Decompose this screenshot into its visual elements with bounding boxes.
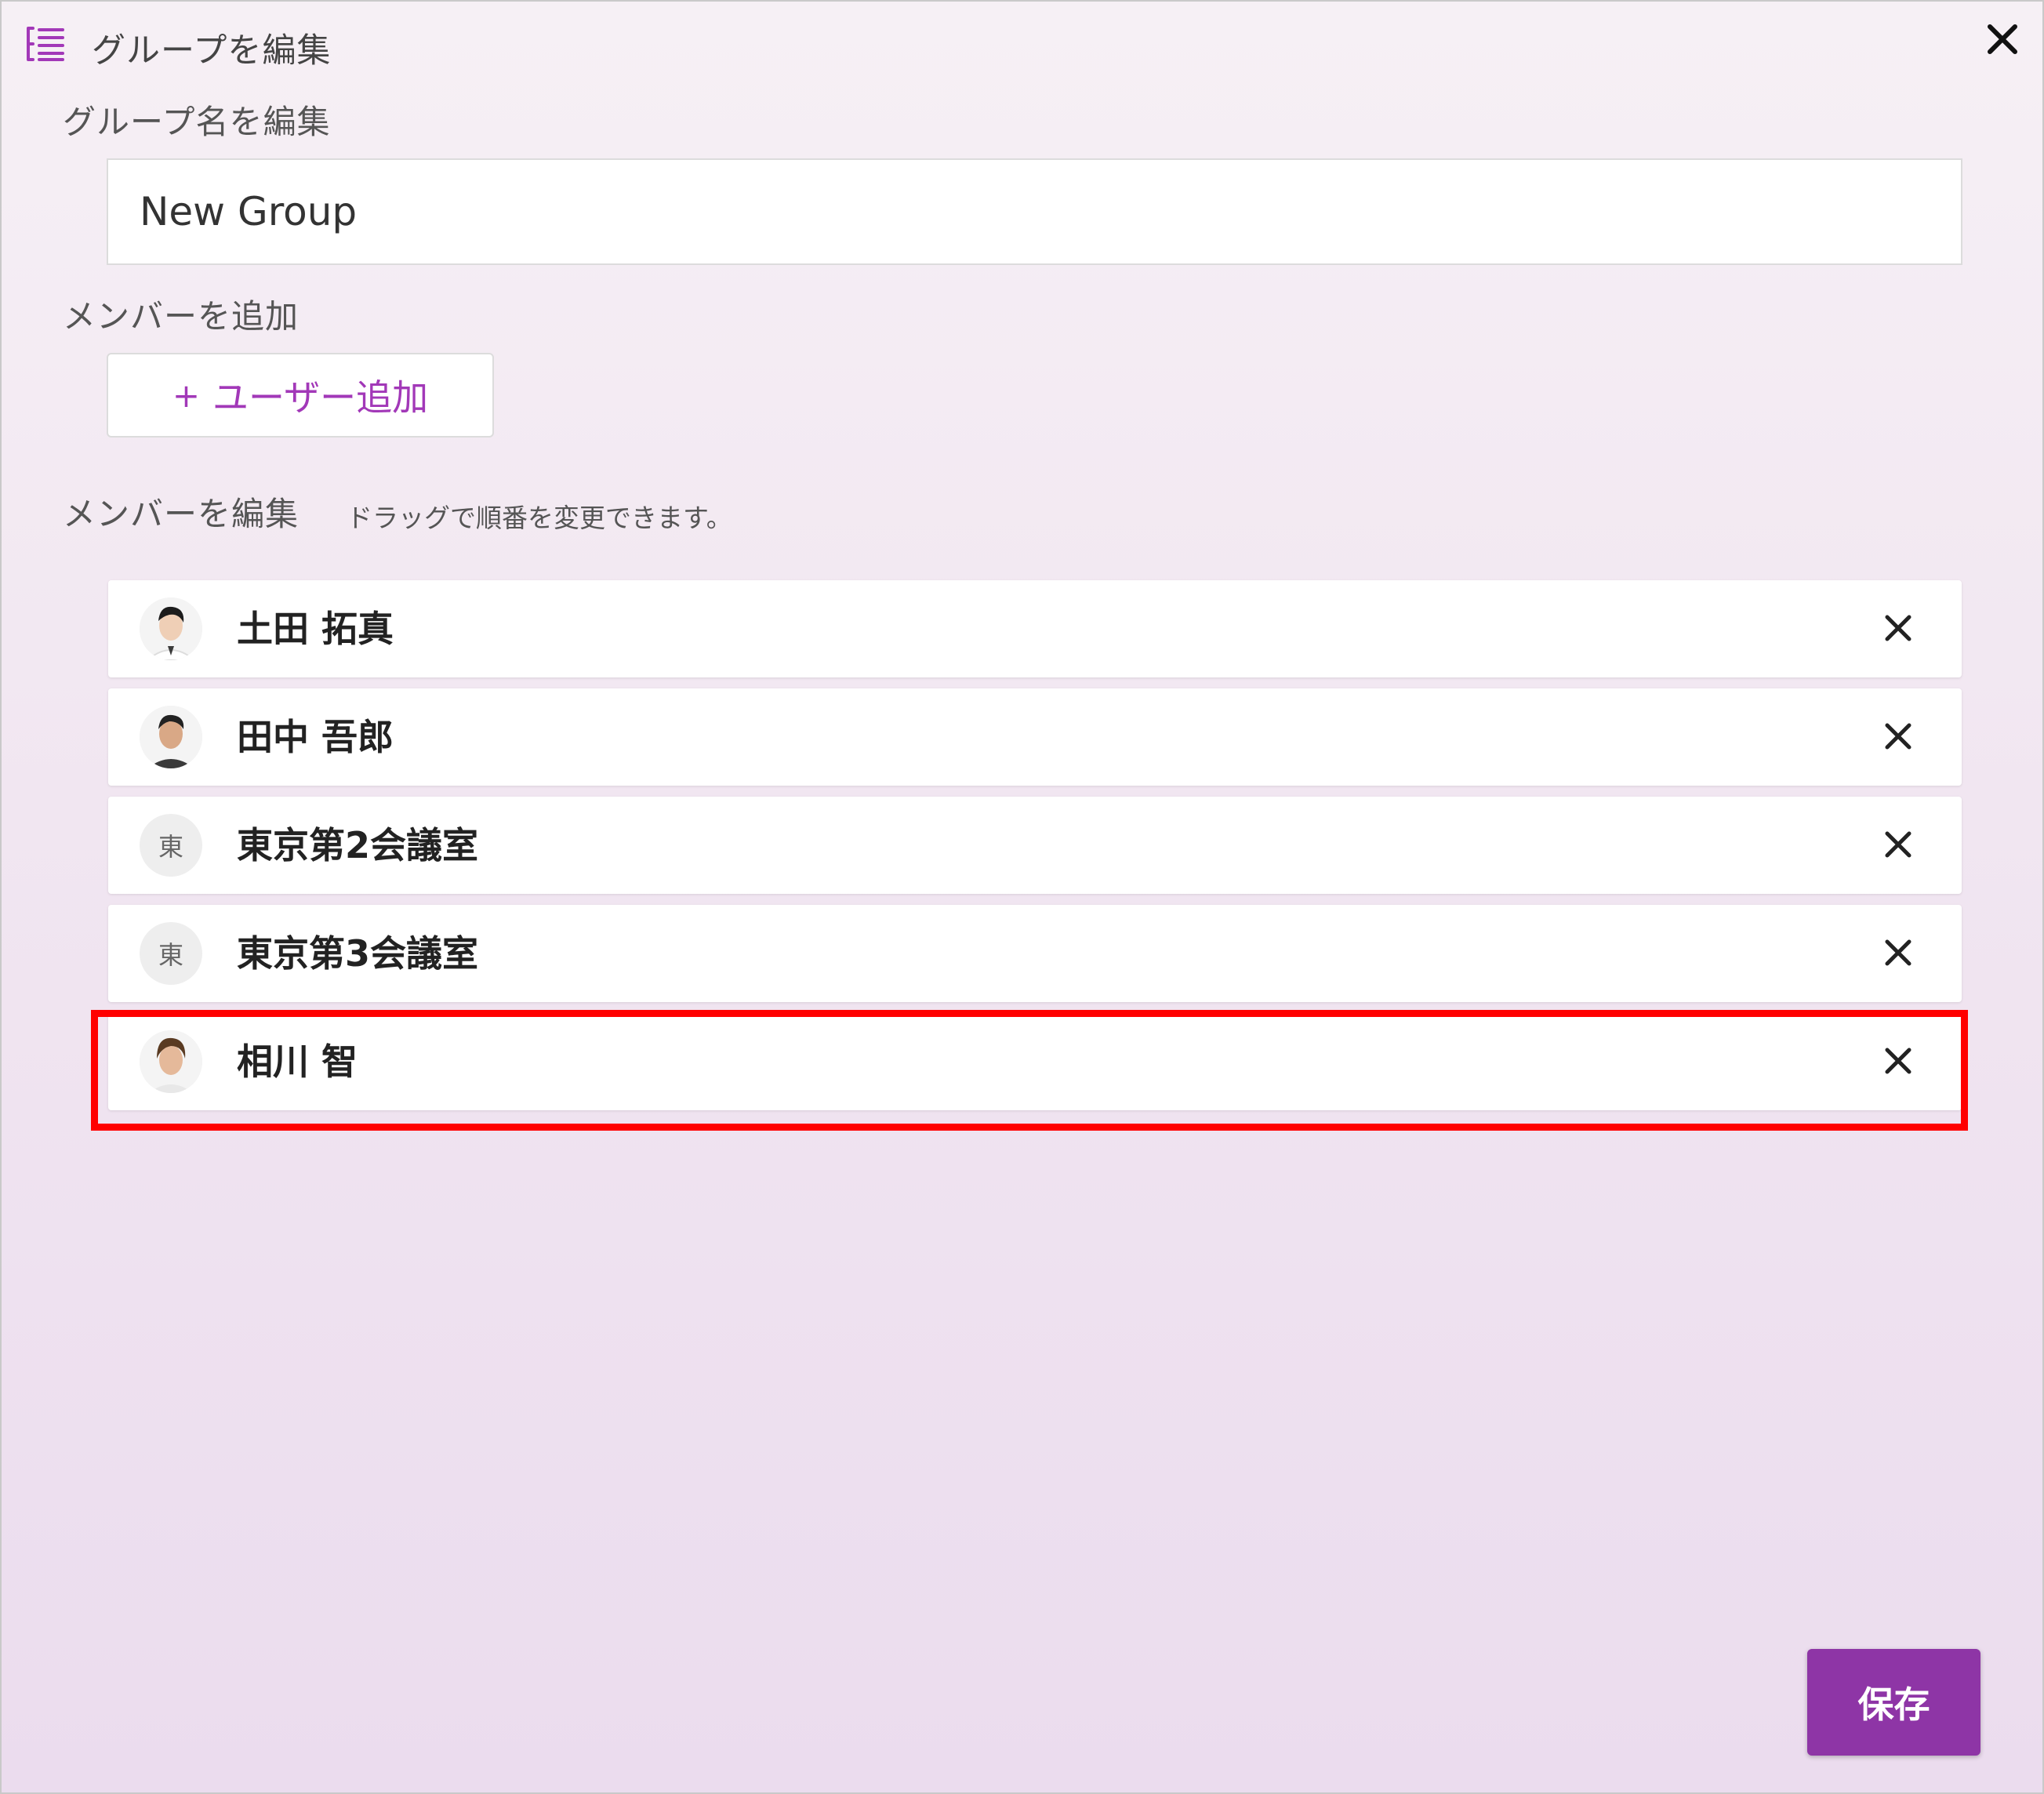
- member-list: 土田 拓真 田中 吾郎 東 東京第2会議室 東 東京第3会議室 相川 智: [108, 580, 1962, 1121]
- member-row[interactable]: 土田 拓真: [108, 580, 1962, 677]
- avatar-initial: 東: [158, 940, 183, 970]
- plus-icon: +: [172, 376, 201, 415]
- add-user-button-label: ユーザー追加: [212, 376, 429, 419]
- person-photo-icon: [140, 706, 202, 768]
- edit-group-dialog: グループを編集 グループ名を編集 メンバーを追加 + ユーザー追加 メンバーを編…: [0, 0, 2044, 1794]
- person-photo-icon: [140, 597, 202, 660]
- remove-member-icon[interactable]: [1880, 935, 1916, 971]
- drag-hint: ドラッグで順番を変更できます。: [347, 503, 732, 533]
- add-user-button[interactable]: + ユーザー追加: [107, 353, 494, 438]
- group-name-input[interactable]: [107, 158, 1962, 265]
- remove-member-icon[interactable]: [1880, 718, 1916, 754]
- remove-member-icon[interactable]: [1880, 610, 1916, 646]
- member-name: 相川 智: [237, 1040, 358, 1083]
- avatar: [140, 706, 202, 768]
- avatar: 東: [140, 814, 202, 877]
- member-row[interactable]: 東 東京第3会議室: [108, 905, 1962, 1002]
- close-icon[interactable]: [1984, 20, 2021, 58]
- edit-members-label: メンバーを編集: [63, 495, 300, 533]
- list-icon: [27, 27, 64, 61]
- person-photo-icon: [140, 1030, 202, 1093]
- member-name: 東京第2会議室: [237, 824, 479, 866]
- member-row[interactable]: 相川 智: [108, 1013, 1962, 1110]
- save-button[interactable]: 保存: [1807, 1649, 1980, 1756]
- add-member-label: メンバーを追加: [63, 297, 300, 336]
- member-name: 田中 吾郎: [237, 716, 394, 758]
- member-name: 土田 拓真: [237, 608, 394, 650]
- avatar-initial: 東: [158, 832, 183, 862]
- dialog-title: グループを編集: [92, 31, 332, 71]
- avatar: [140, 597, 202, 660]
- avatar: [140, 1030, 202, 1093]
- member-row[interactable]: 東 東京第2会議室: [108, 797, 1962, 894]
- member-row[interactable]: 田中 吾郎: [108, 688, 1962, 786]
- avatar: 東: [140, 922, 202, 985]
- group-name-label: グループ名を編集: [63, 103, 331, 141]
- remove-member-icon[interactable]: [1880, 1043, 1916, 1079]
- member-name: 東京第3会議室: [237, 932, 479, 975]
- remove-member-icon[interactable]: [1880, 826, 1916, 862]
